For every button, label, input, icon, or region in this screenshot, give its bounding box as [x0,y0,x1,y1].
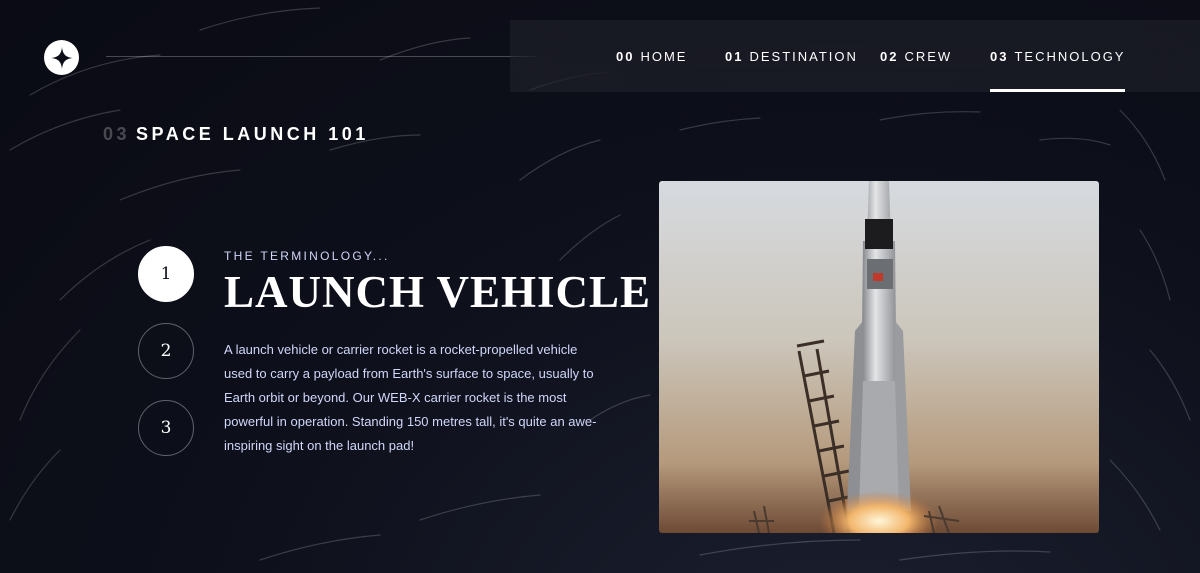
technology-name: LAUNCH VEHICLE [224,267,651,317]
main-navigation: 00 HOME 01 DESTINATION 02 CREW 03 TECHNO… [510,20,1200,92]
nav-item-number: 03 [990,48,1009,64]
nav-item-number: 02 [880,48,899,64]
page-title-number: 03 [103,124,131,144]
logo[interactable] [44,40,79,75]
step-button-1[interactable]: 1 [138,246,194,302]
nav-item-label: TECHNOLOGY [1014,48,1126,64]
nav-item-technology[interactable]: 03 TECHNOLOGY [990,20,1126,92]
page-title-text: SPACE LAUNCH 101 [136,124,369,144]
nav-item-crew[interactable]: 02 CREW [880,20,952,92]
nav-item-home[interactable]: 00 HOME [616,20,687,92]
step-button-2[interactable]: 2 [138,323,194,379]
technology-eyebrow: THE TERMINOLOGY... [224,249,390,263]
header-divider [106,56,536,57]
technology-description: A launch vehicle or carrier rocket is a … [224,342,597,453]
nav-item-label: DESTINATION [749,48,858,64]
nav-item-label: HOME [640,48,688,64]
nav-item-label: CREW [904,48,953,64]
four-point-star-icon [50,46,73,69]
nav-item-destination[interactable]: 01 DESTINATION [725,20,858,92]
step-button-3[interactable]: 3 [138,400,194,456]
nav-item-number: 00 [616,48,635,64]
launch-vehicle-image [659,181,1099,533]
nav-item-number: 01 [725,48,744,64]
page-title: 03 SPACE LAUNCH 101 [103,124,369,145]
